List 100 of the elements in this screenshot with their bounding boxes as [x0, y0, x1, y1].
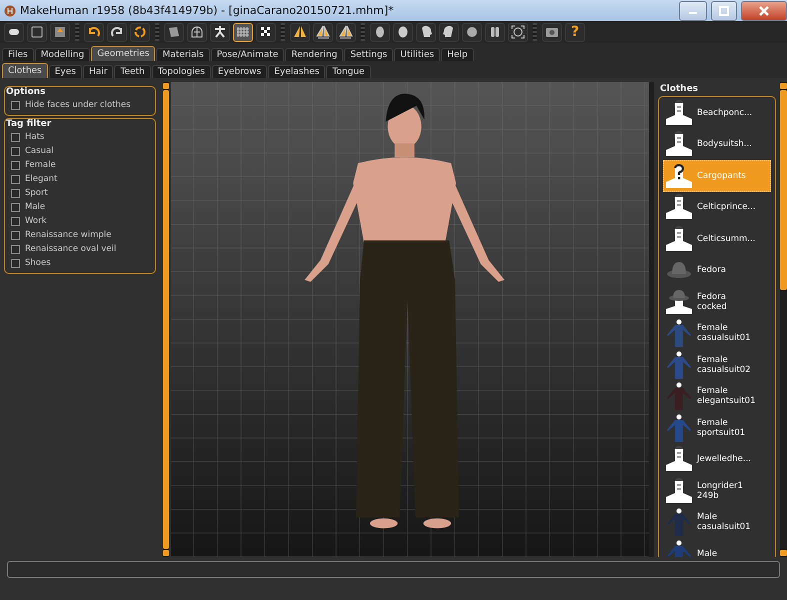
grid-icon	[235, 24, 251, 40]
checkbox[interactable]: Hats	[11, 131, 151, 143]
toolbar-button[interactable]	[462, 22, 482, 42]
tab[interactable]: Settings	[344, 48, 394, 61]
help-button[interactable]: ?	[565, 22, 585, 42]
list-item[interactable]: Jewelledhe...	[663, 444, 771, 475]
close-icon	[759, 6, 769, 16]
figure-icon	[664, 162, 694, 190]
toolbar-button[interactable]	[256, 22, 276, 42]
list-item[interactable]: Female elegantsuit01	[663, 380, 771, 412]
checkbox[interactable]: Hide faces under clothes	[11, 99, 151, 111]
window-title: MakeHuman r1958 (8b43f414979b) - [ginaCarano20150721.mhm]*	[20, 4, 395, 17]
toolbar-button[interactable]	[393, 22, 413, 42]
mesh-icon	[166, 24, 182, 40]
subtab[interactable]: Eyebrows	[212, 65, 268, 78]
maximize-button[interactable]	[711, 0, 737, 20]
toolbar-button[interactable]	[416, 22, 436, 42]
toolbar-button[interactable]	[370, 22, 390, 42]
list-item[interactable]: Male casualsuit01	[663, 506, 771, 538]
skeleton-icon	[212, 24, 228, 40]
scroll-bar[interactable]	[780, 82, 787, 557]
toolbar-button[interactable]	[27, 22, 47, 42]
maximize-icon	[719, 6, 729, 16]
figure-icon	[664, 193, 694, 222]
tab[interactable]: Files	[2, 48, 34, 61]
figure-icon	[664, 130, 694, 158]
list-item[interactable]: Fedora	[663, 254, 771, 286]
list-item[interactable]: Celticsumm...	[663, 223, 771, 254]
export-icon	[52, 24, 68, 40]
tab[interactable]: Pose/Animate	[210, 48, 284, 61]
toolbar-button[interactable]	[439, 22, 459, 42]
group-title: Clothes	[660, 84, 700, 94]
symmetry-right-icon	[338, 24, 354, 40]
checkbox[interactable]: Renaissance oval veil	[11, 243, 151, 255]
figure-icon	[664, 445, 694, 474]
tab[interactable]: Rendering	[285, 48, 344, 61]
figure-icon	[664, 476, 694, 505]
list-item[interactable]: Longrider1 249b	[663, 475, 771, 506]
list-item[interactable]: Male	[663, 538, 771, 557]
symmetry-left-icon	[315, 24, 331, 40]
symmetry-icon	[292, 24, 308, 40]
group-title: Options	[6, 87, 46, 97]
subtab[interactable]: Eyelashes	[268, 65, 326, 78]
toolbar-button[interactable]	[542, 22, 562, 42]
checkbox[interactable]: Sport	[11, 187, 151, 199]
checkbox[interactable]: Casual	[11, 145, 151, 157]
list-item[interactable]: Female sportsuit01	[663, 412, 771, 444]
toolbar-button[interactable]	[130, 22, 150, 42]
checkbox[interactable]: Renaissance wimple	[11, 229, 151, 241]
minimize-button[interactable]	[679, 0, 707, 20]
checkbox[interactable]: Female	[11, 159, 151, 171]
figure-icon	[664, 288, 694, 316]
subtab[interactable]: Tongue	[326, 65, 371, 78]
tab[interactable]: Utilities	[394, 48, 440, 61]
list-item[interactable]: Female casualsuit01	[663, 318, 771, 349]
toolbar-button[interactable]	[187, 22, 207, 42]
wireframe-icon	[189, 24, 205, 40]
tab[interactable]: Help	[441, 48, 474, 61]
close-button[interactable]	[741, 0, 787, 20]
toolbar-button[interactable]	[508, 22, 528, 42]
toolbar-button[interactable]	[4, 22, 24, 42]
subtab[interactable]: Teeth	[114, 65, 151, 78]
toolbar-button[interactable]	[233, 22, 253, 42]
toolbar-button[interactable]	[210, 22, 230, 42]
toolbar-button[interactable]	[84, 22, 104, 42]
toolbar-button[interactable]	[313, 22, 333, 42]
toolbar-button[interactable]	[290, 22, 310, 42]
reset-icon	[132, 24, 148, 40]
list-item[interactable]: Bodysuitsh...	[663, 128, 771, 160]
checkbox[interactable]: Shoes	[11, 257, 151, 269]
head-back-icon	[464, 24, 480, 40]
tab[interactable]: Geometries	[91, 46, 156, 61]
toolbar-button[interactable]	[50, 22, 70, 42]
group-title: Tag filter	[6, 119, 52, 129]
toolbar-button[interactable]	[164, 22, 184, 42]
frame-icon	[510, 24, 526, 40]
scroll-bar[interactable]	[163, 82, 169, 557]
subtab[interactable]: Eyes	[48, 65, 82, 78]
list-item[interactable]: Beachponc...	[663, 97, 771, 128]
list-item[interactable]: Female casualsuit02	[663, 349, 771, 380]
figure-icon	[664, 98, 694, 127]
tab[interactable]: Materials	[156, 48, 210, 61]
subtab[interactable]: Hair	[83, 65, 114, 78]
figure-icon	[664, 319, 694, 348]
toolbar-button[interactable]	[336, 22, 356, 42]
figure-icon	[664, 508, 694, 536]
checkbox[interactable]: Work	[11, 215, 151, 227]
toolbar-button[interactable]	[485, 22, 505, 42]
figure-icon	[664, 350, 694, 379]
figure-icon	[664, 414, 694, 442]
toolbar-button[interactable]	[107, 22, 127, 42]
app-icon	[4, 4, 16, 16]
checkbox[interactable]: Elegant	[11, 173, 151, 185]
tab[interactable]: Modelling	[34, 48, 90, 61]
checkbox[interactable]: Male	[11, 201, 151, 213]
list-item[interactable]: Celticprince...	[663, 192, 771, 223]
subtab[interactable]: Clothes	[2, 63, 48, 78]
subtab[interactable]: Topologies	[152, 65, 211, 78]
list-item[interactable]: Fedora cocked	[663, 286, 771, 318]
figure-icon	[664, 382, 694, 410]
